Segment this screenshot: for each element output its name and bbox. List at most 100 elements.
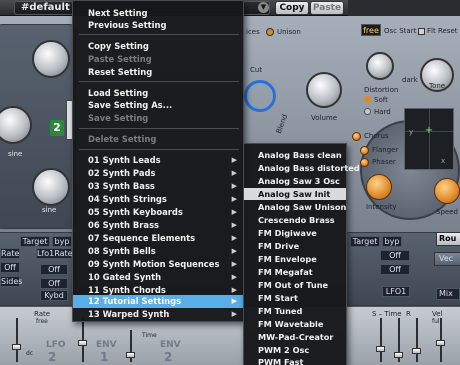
submenu-arrow-icon: ▶	[231, 182, 237, 190]
osc3-wave-label: sine	[42, 206, 57, 214]
vector-button[interactable]: Vec	[434, 252, 460, 266]
intensity-knob[interactable]	[366, 174, 392, 200]
menu-item-label: 05 Synth Keyboards	[88, 207, 183, 217]
lfo-rate-label: Rate	[34, 310, 51, 318]
mod-right-target-header[interactable]: Target	[350, 236, 380, 247]
filter-cutoff-ring[interactable]	[244, 80, 276, 112]
mod-target-header[interactable]: Target	[20, 236, 50, 247]
submenu-item[interactable]: FM Drive	[244, 240, 346, 252]
submenu-item[interactable]: FM Megafat	[244, 266, 346, 278]
env1-decay-fader[interactable]	[126, 352, 135, 358]
submenu-item-selected[interactable]: Analog Saw Init	[244, 188, 346, 200]
menu-item-paste-setting: Paste Setting	[73, 53, 243, 66]
menu-item-folder-warped-synth[interactable]: 13 Warped Synth ▶	[73, 308, 243, 321]
velocity-fader[interactable]	[436, 340, 445, 346]
unison-led-icon[interactable]	[266, 28, 274, 36]
mod-right-off-cell-2[interactable]: Off	[380, 264, 410, 275]
chorus-led-icon[interactable]	[352, 132, 361, 141]
unison-label: Unison	[277, 28, 301, 36]
mod-rate-cell[interactable]: Rate	[0, 248, 20, 259]
menu-item-folder-synth-bells[interactable]: 08 Synth Bells ▶	[73, 245, 243, 258]
volume-knob[interactable]	[306, 72, 342, 108]
lfo-fader[interactable]	[12, 344, 21, 350]
mod-right-bypass-header[interactable]: byp	[382, 236, 402, 247]
mod-off-cell-1[interactable]: Off	[0, 262, 20, 273]
submenu-item[interactable]: FM Envelope	[244, 253, 346, 265]
menu-item-folder-tutorial-settings[interactable]: 12 Tutorial Settings ▶	[73, 295, 243, 308]
mod-off-cell-2[interactable]: Off	[40, 264, 68, 275]
menu-item-label: Save Setting As...	[88, 100, 173, 110]
osc3-wave-knob[interactable]	[32, 168, 70, 206]
menu-item-folder-sequence-elements[interactable]: 07 Sequence Elements ▶	[73, 232, 243, 245]
submenu-item[interactable]: Analog Saw Unison	[244, 201, 346, 213]
env2-label: ENV	[160, 340, 181, 350]
mod-right-lfo1-cell[interactable]: LFO1	[382, 286, 410, 297]
submenu-item[interactable]: FM Out of Tune	[244, 279, 346, 291]
router-button[interactable]: Rou	[436, 232, 460, 246]
mix-cell[interactable]: Mix	[436, 288, 460, 300]
flt-reset-checkbox[interactable]	[418, 28, 425, 35]
s-time-label: S – Time	[372, 310, 402, 318]
osc-number-badge[interactable]: 2	[50, 120, 64, 136]
menu-item-previous-setting[interactable]: Previous Setting	[73, 19, 243, 32]
env1-attack-fader[interactable]	[78, 340, 87, 346]
menu-item-save-setting-as[interactable]: Save Setting As...	[73, 99, 243, 112]
submenu-item[interactable]: Analog Bass clean	[244, 149, 346, 161]
submenu-item[interactable]: Crescendo Brass	[244, 214, 346, 226]
submenu-item[interactable]: FM Wavetable	[244, 318, 346, 330]
menu-item-label: Reset Setting	[88, 67, 153, 77]
env1-number: 1	[100, 350, 109, 364]
mod-right-off-cell[interactable]: Off	[380, 250, 410, 261]
submenu-item[interactable]: MW-Pad-Creator	[244, 331, 346, 343]
distortion-knob[interactable]	[366, 52, 394, 80]
menu-item-folder-synth-motion-sequences[interactable]: 09 Synth Motion Sequences ▶	[73, 258, 243, 271]
mod-sides-cell[interactable]: Sides	[0, 276, 22, 287]
menu-item-folder-synth-keyboards[interactable]: 05 Synth Keyboards ▶	[73, 206, 243, 219]
menu-item-label: Previous Setting	[88, 20, 167, 30]
submenu-item[interactable]: FM Digiwave	[244, 227, 346, 239]
env1-label: ENV	[96, 340, 117, 350]
osc-start-free-button[interactable]: free	[361, 24, 381, 36]
soft-led-icon[interactable]	[364, 96, 371, 103]
preset-dropdown-arrow-icon[interactable]: ▼	[258, 2, 269, 13]
menu-separator	[79, 128, 239, 129]
mod-bypass-header[interactable]: byp	[52, 236, 72, 247]
menu-item-folder-synth-pads[interactable]: 02 Synth Pads ▶	[73, 167, 243, 180]
vector-crosshair-icon[interactable]: +	[424, 126, 434, 136]
copy-button[interactable]: Copy	[275, 1, 309, 15]
voices-label: ices	[246, 28, 260, 36]
hard-led-icon[interactable]	[364, 108, 371, 115]
submenu-item[interactable]: PWM Fast	[244, 356, 346, 365]
submenu-item[interactable]: FM Start	[244, 292, 346, 304]
env3-sustain-fader[interactable]	[376, 346, 385, 352]
paste-button[interactable]: Paste	[310, 1, 344, 15]
mod-off-cell-3[interactable]: Off	[40, 278, 68, 289]
mod-kybd-cell[interactable]: Kybd	[40, 290, 68, 301]
env3-stime-fader[interactable]	[394, 352, 403, 358]
menu-item-folder-synth-strings[interactable]: 04 Synth Strings ▶	[73, 193, 243, 206]
env3-release-fader[interactable]	[412, 348, 421, 354]
menu-item-copy-setting[interactable]: Copy Setting	[73, 40, 243, 53]
menu-item-folder-synth-leads[interactable]: 01 Synth Leads ▶	[73, 154, 243, 167]
phaser-led-icon[interactable]	[360, 158, 369, 167]
osc1-wave-knob[interactable]	[32, 40, 70, 78]
submenu-item[interactable]: PWM 2 Osc	[244, 344, 346, 356]
menu-item-label: 02 Synth Pads	[88, 168, 156, 178]
submenu-item[interactable]: Analog Bass distorted	[244, 162, 360, 174]
mod-lfo1-cell[interactable]: Lfo1Rate	[36, 248, 73, 259]
menu-item-reset-setting[interactable]: Reset Setting	[73, 66, 243, 79]
menu-item-folder-gated-synth[interactable]: 10 Gated Synth ▶	[73, 271, 243, 284]
submenu-arrow-icon: ▶	[231, 195, 237, 203]
submenu-item[interactable]: Analog Saw 3 Osc	[244, 175, 346, 187]
distortion-label: Distortion	[364, 86, 399, 94]
submenu-item[interactable]: FM Tuned	[244, 305, 346, 317]
speed-knob[interactable]	[434, 178, 460, 204]
flanger-led-icon[interactable]	[360, 146, 369, 155]
menu-item-folder-synth-bass[interactable]: 03 Synth Bass ▶	[73, 180, 243, 193]
flt-reset-label: Flt Reset	[427, 27, 458, 35]
preset-name: #default	[21, 2, 70, 13]
vector-x-label: x	[441, 157, 446, 165]
menu-item-folder-synth-brass[interactable]: 06 Synth Brass ▶	[73, 219, 243, 232]
menu-separator	[79, 149, 239, 150]
vector-xy-pad[interactable]: + y x	[404, 108, 454, 170]
